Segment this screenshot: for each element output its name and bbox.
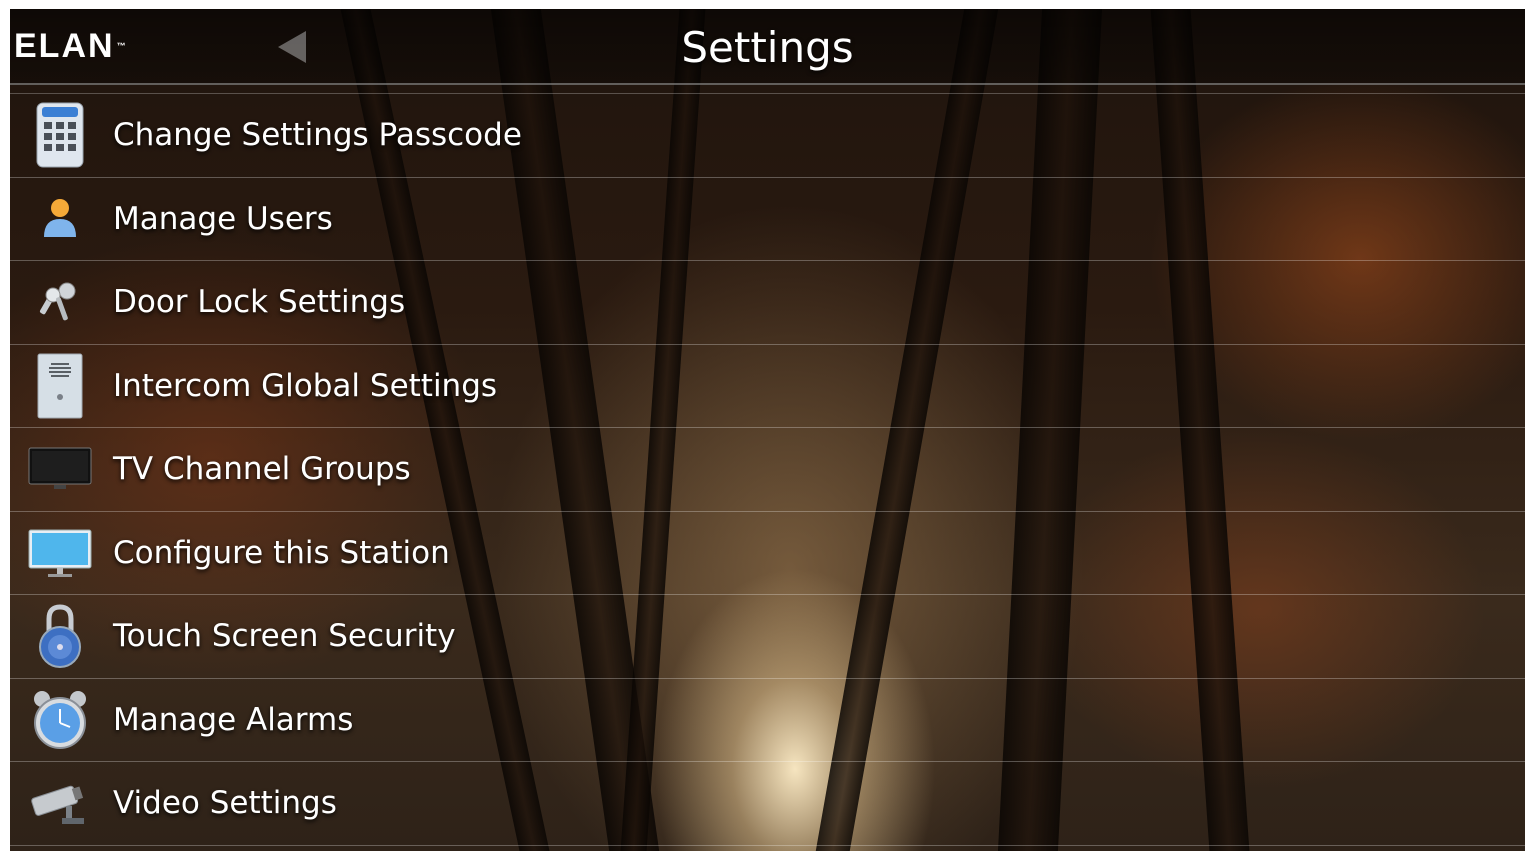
app-window: ELAN ™ Settings Change Settings Passcode… xyxy=(10,9,1525,851)
page-title: Settings xyxy=(681,23,854,72)
security-camera-icon xyxy=(28,770,92,836)
menu-item-label: Door Lock Settings xyxy=(113,284,406,321)
tv-icon xyxy=(28,436,92,502)
menu-item-label: Touch Screen Security xyxy=(113,618,456,655)
menu-item-change-settings-passcode[interactable]: Change Settings Passcode xyxy=(10,93,1525,178)
menu-item-label: Manage Alarms xyxy=(113,701,354,738)
menu-item-label: Video Settings xyxy=(113,785,337,822)
alarm-clock-icon xyxy=(28,687,92,753)
keypad-icon xyxy=(28,102,92,168)
menu-item-label: TV Channel Groups xyxy=(113,451,411,488)
menu-item-touch-screen-security[interactable]: Touch Screen Security xyxy=(10,595,1525,679)
menu-item-tv-channel-groups[interactable]: TV Channel Groups xyxy=(10,428,1525,512)
menu-item-label: Configure this Station xyxy=(113,534,450,571)
menu-item-label: Change Settings Passcode xyxy=(113,117,522,154)
padlock-icon xyxy=(28,603,92,669)
menu-item-manage-users[interactable]: Manage Users xyxy=(10,178,1525,261)
menu-item-intercom-global-settings[interactable]: Intercom Global Settings xyxy=(10,345,1525,428)
menu-item-manage-alarms[interactable]: Manage Alarms xyxy=(10,679,1525,762)
menu-item-configure-this-station[interactable]: Configure this Station xyxy=(10,512,1525,595)
menu-item-door-lock-settings[interactable]: Door Lock Settings xyxy=(10,261,1525,345)
menu-item-label: Intercom Global Settings xyxy=(113,367,498,404)
header-bar: ELAN ™ Settings xyxy=(10,9,1525,85)
settings-menu-list: Change Settings Passcode Manage Users Do… xyxy=(10,93,1525,846)
intercom-icon xyxy=(28,353,92,419)
menu-item-video-settings[interactable]: Video Settings xyxy=(10,762,1525,846)
keys-icon xyxy=(28,269,92,335)
monitor-icon xyxy=(28,520,92,586)
menu-item-label: Manage Users xyxy=(113,200,333,237)
user-icon xyxy=(28,186,92,252)
